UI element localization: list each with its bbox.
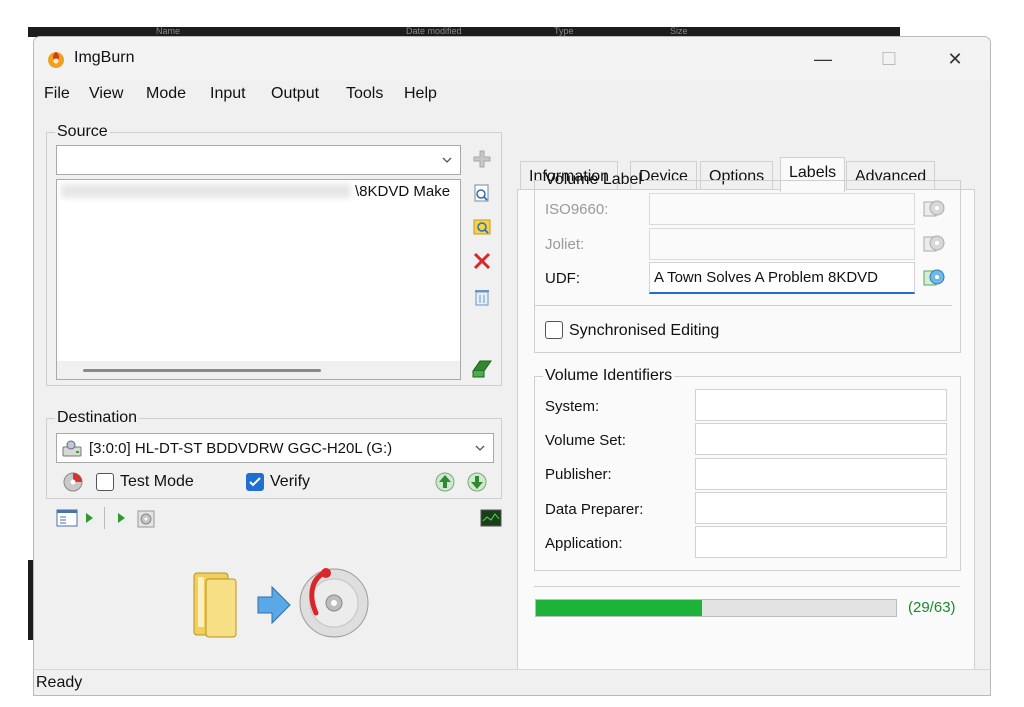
status-text: Ready	[36, 674, 83, 691]
source-combo[interactable]	[56, 145, 461, 175]
disc-info-icon[interactable]	[62, 471, 84, 493]
browse-folder-icon[interactable]	[472, 217, 492, 237]
test-mode-checkbox[interactable]	[96, 473, 114, 491]
close-button[interactable]: ✕	[932, 43, 978, 75]
add-file-icon[interactable]	[472, 149, 492, 169]
menu-output[interactable]: Output	[271, 85, 319, 103]
udf-input-value: A Town Solves A Problem 8KDVD	[654, 269, 879, 286]
queue-disc-icon[interactable]	[136, 509, 156, 529]
joliet-copy-icon[interactable]	[922, 233, 946, 255]
udf-input[interactable]: A Town Solves A Problem 8KDVD	[649, 262, 915, 294]
iso9660-label: ISO9660:	[545, 201, 609, 218]
application-input[interactable]	[695, 526, 947, 558]
joliet-label: Joliet:	[545, 236, 585, 253]
maximize-button[interactable]: ☐	[866, 43, 912, 75]
check-icon	[249, 477, 261, 487]
folder-icon	[193, 572, 237, 638]
system-input[interactable]	[695, 389, 947, 421]
data-preparer-input[interactable]	[695, 492, 947, 524]
progress-separator	[534, 586, 960, 587]
imgburn-app-icon	[48, 52, 64, 68]
drive-icon	[62, 440, 82, 457]
play-icon[interactable]	[84, 511, 94, 525]
disc-icon	[299, 568, 369, 638]
iso9660-copy-icon[interactable]	[922, 198, 946, 220]
label-length-counter: (29/63)	[908, 599, 956, 616]
destination-drive-combo[interactable]: [3:0:0] HL-DT-ST BDDVDRW GGC-H20L (G:)	[56, 433, 494, 463]
menu-mode[interactable]: Mode	[146, 85, 186, 103]
remove-icon[interactable]	[472, 251, 492, 271]
blurred-path	[61, 184, 351, 198]
toolbar-separator	[104, 507, 105, 529]
verify-label: Verify	[270, 473, 311, 490]
window-title: ImgBurn	[74, 49, 135, 66]
menu-bar: File View Mode Input Output Tools Help	[34, 81, 990, 109]
horizontal-scrollbar[interactable]	[57, 361, 460, 379]
label-length-progress-fill	[536, 600, 702, 616]
publisher-label: Publisher:	[545, 466, 612, 483]
status-bar: Ready	[34, 669, 990, 695]
arrow-right-icon	[257, 585, 291, 625]
menu-tools[interactable]: Tools	[346, 85, 383, 103]
data-preparer-label: Data Preparer:	[545, 501, 644, 518]
source-legend: Source	[57, 123, 108, 140]
build-mode-illustration	[193, 568, 369, 638]
volume-label-legend: Volume Label	[545, 171, 642, 188]
volume-set-label: Volume Set:	[545, 432, 626, 449]
speed-down-icon[interactable]	[466, 471, 488, 493]
build-icon[interactable]	[470, 357, 494, 381]
synchronised-editing-label: Synchronised Editing	[569, 322, 720, 339]
chevron-down-icon	[442, 157, 452, 163]
bg-column-type: Type	[554, 26, 574, 36]
destination-drive-value: [3:0:0] HL-DT-ST BDDVDRW GGC-H20L (G:)	[89, 440, 393, 457]
graph-data-icon[interactable]	[480, 509, 502, 527]
speed-up-icon[interactable]	[434, 471, 456, 493]
scrollbar-thumb[interactable]	[83, 369, 321, 372]
volume-identifiers-legend: Volume Identifiers	[545, 367, 673, 384]
application-label: Application:	[545, 535, 623, 552]
bg-column-size: Size	[670, 26, 688, 36]
volume-label-separator	[534, 305, 952, 306]
play-queue-icon[interactable]	[116, 511, 126, 525]
system-label: System:	[545, 398, 600, 415]
udf-copy-icon[interactable]	[922, 267, 946, 289]
synchronised-editing-checkbox[interactable]	[545, 321, 563, 339]
menu-file[interactable]: File	[44, 85, 70, 103]
menu-view[interactable]: View	[89, 85, 123, 103]
minimize-button[interactable]: —	[800, 43, 846, 75]
verify-checkbox[interactable]	[246, 473, 264, 491]
source-file-entry: \8KDVD Make	[355, 183, 451, 200]
publisher-input[interactable]	[695, 458, 947, 490]
menu-help[interactable]: Help	[404, 85, 437, 103]
imgburn-window: ImgBurn — ☐ ✕ File View Mode Input Outpu…	[33, 36, 991, 696]
browse-file-icon[interactable]	[472, 183, 492, 203]
clear-list-icon[interactable]	[472, 287, 492, 307]
log-window-icon[interactable]	[56, 509, 78, 527]
source-file-list[interactable]: \8KDVD Make	[56, 179, 461, 380]
label-length-progress	[535, 599, 897, 617]
menu-input[interactable]: Input	[210, 85, 246, 103]
title-bar[interactable]: ImgBurn — ☐ ✕	[34, 37, 990, 81]
destination-legend: Destination	[57, 409, 138, 426]
test-mode-label: Test Mode	[120, 473, 194, 490]
joliet-input[interactable]	[649, 228, 915, 260]
chevron-down-icon	[475, 445, 485, 451]
bg-column-date: Date modified	[406, 26, 462, 36]
bg-column-name: Name	[156, 26, 181, 36]
iso9660-input[interactable]	[649, 193, 915, 225]
volume-set-input[interactable]	[695, 423, 947, 455]
udf-label: UDF:	[545, 270, 580, 287]
